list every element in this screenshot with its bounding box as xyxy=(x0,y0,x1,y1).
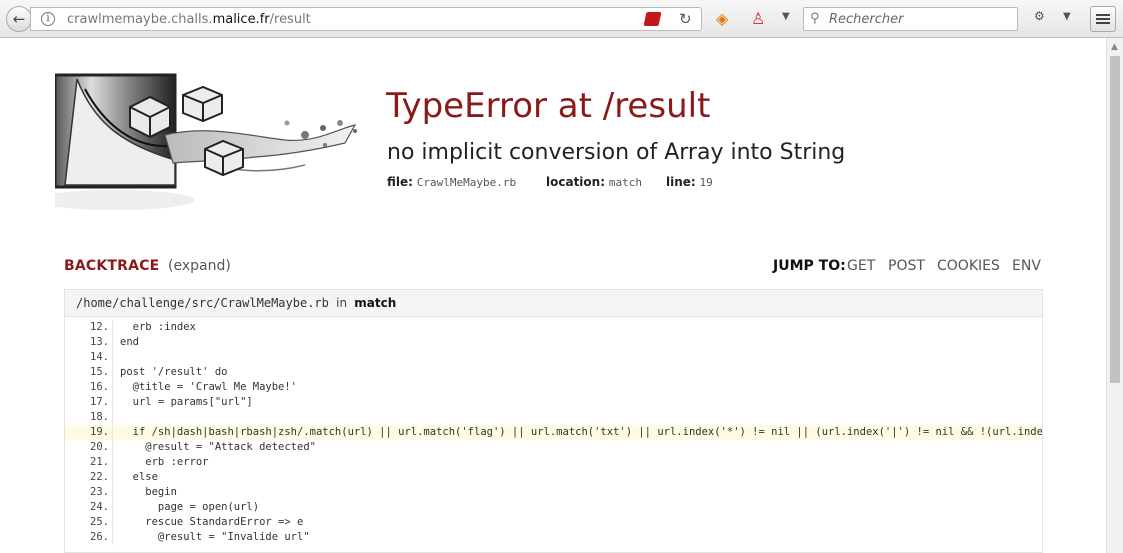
code-text: page = open(url) xyxy=(120,501,260,513)
code-text: erb :index xyxy=(120,321,196,333)
user-icon[interactable]: ♙ xyxy=(751,9,765,28)
line-number: 18. xyxy=(90,411,109,423)
code-text: @title = 'Crawl Me Maybe!' xyxy=(120,381,298,393)
line-number: 21. xyxy=(90,456,109,468)
search-icon: ⚲ xyxy=(810,11,820,26)
gutter-divider xyxy=(112,335,113,350)
backtrace-frame: /home/challenge/src/CrawlMeMaybe.rb in m… xyxy=(64,289,1043,553)
highlighted-code-line: 19. if /sh|dash|bash|rbash|zsh/.match(ur… xyxy=(65,425,1042,440)
code-line: 20. @result = "Attack detected" xyxy=(65,440,1042,455)
line-number: 16. xyxy=(90,381,109,393)
extension-icon[interactable]: ◈ xyxy=(716,9,728,28)
code-line: 16. @title = 'Crawl Me Maybe!' xyxy=(65,380,1042,395)
search-input[interactable]: Rechercher xyxy=(829,12,904,27)
line-number: 19. xyxy=(90,426,109,438)
gutter-divider xyxy=(112,395,113,410)
line-number: 13. xyxy=(90,336,109,348)
frame-location: /home/challenge/src/CrawlMeMaybe.rb in m… xyxy=(76,296,397,310)
code-line: 18. xyxy=(65,410,1042,425)
code-line: 13. end xyxy=(65,335,1042,350)
jump-link-post[interactable]: POST xyxy=(888,258,925,274)
menu-icon-bar xyxy=(1096,14,1110,16)
error-message: no implicit conversion of Array into Str… xyxy=(387,140,846,165)
gutter-divider xyxy=(112,365,113,380)
code-line: 25. rescue StandardError => e xyxy=(65,515,1042,530)
gutter-divider xyxy=(112,350,113,365)
reload-icon[interactable]: ↻ xyxy=(679,10,692,28)
gutter-divider xyxy=(112,530,113,545)
expand-link[interactable]: (expand) xyxy=(168,258,231,274)
scroll-thumb[interactable] xyxy=(1110,56,1120,383)
scroll-up-icon[interactable]: ▲ xyxy=(1111,42,1118,52)
error-title: TypeError at /result xyxy=(386,86,711,126)
gutter-divider xyxy=(112,320,113,335)
code-text: @result = "Attack detected" xyxy=(120,441,316,453)
line-number: 22. xyxy=(90,471,109,483)
line-number: 25. xyxy=(90,516,109,528)
error-file: file: CrawlMeMaybe.rb xyxy=(387,175,517,189)
frame-header[interactable]: /home/challenge/src/CrawlMeMaybe.rb in m… xyxy=(65,290,1042,317)
gutter-divider xyxy=(112,440,113,455)
url-text[interactable]: crawlmemaybe.challs.malice.fr/result xyxy=(67,12,311,27)
url-bar[interactable]: i crawlmemaybe.challs.malice.fr/result ↻ xyxy=(30,7,702,31)
line-number: 14. xyxy=(90,351,109,363)
back-icon[interactable]: ← xyxy=(6,6,32,32)
gutter-divider xyxy=(112,425,113,440)
code-line: 22. else xyxy=(65,470,1042,485)
browser-toolbar: ← i crawlmemaybe.challs.malice.fr/result… xyxy=(0,0,1123,38)
gutter-divider xyxy=(112,410,113,425)
line-number: 15. xyxy=(90,366,109,378)
gutter-divider xyxy=(112,515,113,530)
code-text: erb :error xyxy=(120,456,209,468)
error-line: line: 19 xyxy=(666,175,713,189)
code-line: 14. xyxy=(65,350,1042,365)
code-text: if /sh|dash|bash|rbash|zsh/.match(url) |… xyxy=(132,426,1042,438)
line-number: 26. xyxy=(90,531,109,543)
jump-link-env[interactable]: ENV xyxy=(1012,258,1041,274)
code-text: url = params["url"] xyxy=(120,396,253,408)
gutter-divider xyxy=(112,470,113,485)
jump-link-get[interactable]: GET xyxy=(847,258,875,274)
line-number: 12. xyxy=(90,321,109,333)
code-line: 15. post '/result' do xyxy=(65,365,1042,380)
code-text: else xyxy=(120,471,158,483)
backtrace-heading: BACKTRACE xyxy=(64,258,160,274)
ruby-icon[interactable] xyxy=(643,12,662,26)
code-line: 12. erb :index xyxy=(65,320,1042,335)
chevron-down-icon[interactable]: ▼ xyxy=(1063,11,1071,22)
code-text: @result = "Invalide url" xyxy=(120,531,310,543)
code-text: post '/result' do xyxy=(120,366,228,378)
chevron-down-icon[interactable]: ▼ xyxy=(782,11,790,22)
code-text: rescue StandardError => e xyxy=(120,516,304,528)
line-number: 24. xyxy=(90,501,109,513)
line-number: 23. xyxy=(90,486,109,498)
menu-icon-bar xyxy=(1096,22,1110,24)
line-number: 17. xyxy=(90,396,109,408)
scrollbar[interactable]: ▲ xyxy=(1106,38,1123,553)
menu-icon-bar xyxy=(1096,18,1110,20)
code-line: 26. @result = "Invalide url" xyxy=(65,530,1042,545)
gutter-divider xyxy=(112,455,113,470)
search-bar[interactable]: ⚲ Rechercher xyxy=(803,7,1018,31)
info-icon[interactable]: i xyxy=(41,12,55,26)
code-line: 23. begin xyxy=(65,485,1042,500)
code-line: 24. page = open(url) xyxy=(65,500,1042,515)
source-code: 12. erb :index 13. end 14. 15. post '/result'… xyxy=(65,320,1042,545)
jump-to-label: JUMP TO: xyxy=(773,258,846,274)
gutter-divider xyxy=(112,500,113,515)
code-line: 21. erb :error xyxy=(65,455,1042,470)
line-number: 20. xyxy=(90,441,109,453)
jump-link-cookies[interactable]: COOKIES xyxy=(937,258,1000,274)
error-location: location: match xyxy=(546,175,642,189)
gutter-divider xyxy=(112,380,113,395)
code-line: 17. url = params["url"] xyxy=(65,395,1042,410)
sinatra-logo xyxy=(55,73,357,210)
gutter-divider xyxy=(112,485,113,500)
code-text: end xyxy=(120,336,139,348)
code-text: begin xyxy=(120,486,177,498)
puzzle-icon[interactable]: ⚙ xyxy=(1034,9,1045,23)
menu-button[interactable] xyxy=(1090,6,1116,32)
